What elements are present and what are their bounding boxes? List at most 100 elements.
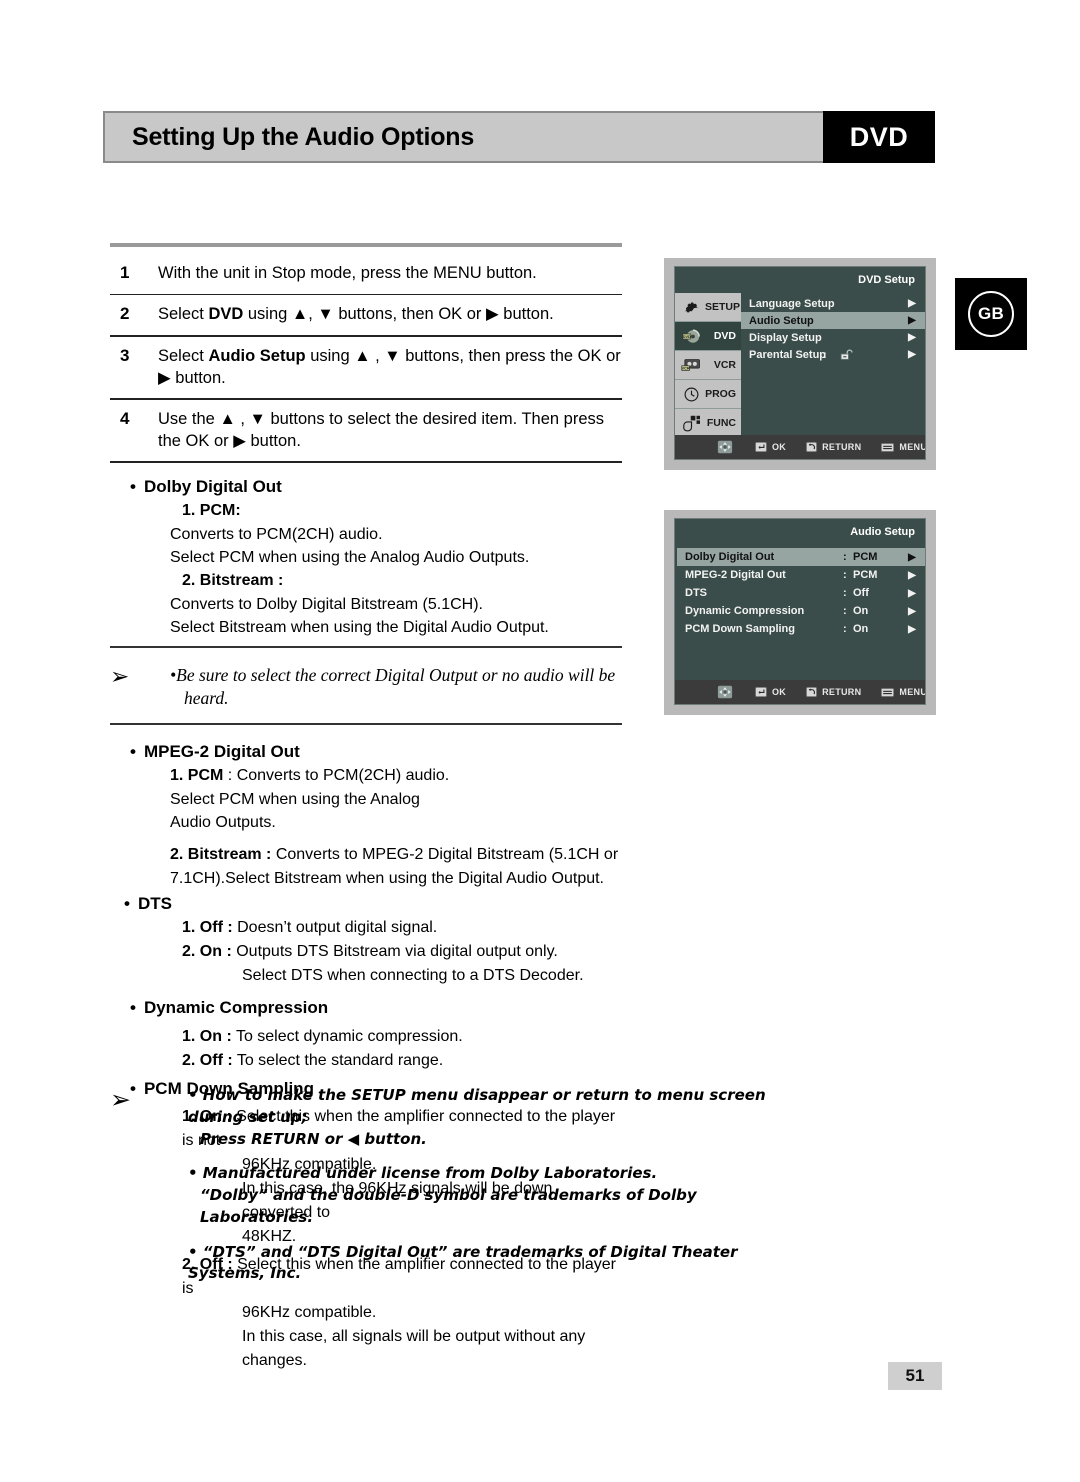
footer-label: MENU: [899, 687, 926, 697]
svg-text:DVD: DVD: [682, 334, 690, 338]
dolby-item2-line2: Select Bitstream when using the Digital …: [170, 619, 549, 637]
dts-item2-bold: 2. On :: [182, 943, 232, 961]
sidebar-item-dvd[interactable]: DVD DVD: [675, 322, 741, 351]
footer-label: RETURN: [822, 687, 862, 697]
ok-icon: [755, 687, 767, 697]
step-divider: [110, 293, 622, 296]
menu-row-colon: :: [843, 569, 847, 581]
mpeg2-item2-rest: Converts to MPEG-2 Digital Bitstream (5.…: [271, 846, 619, 864]
bottom-note-item: • How to make the SETUP menu disappear o…: [188, 1085, 810, 1150]
dolby-item2-head: 2. Bitstream :: [182, 572, 284, 590]
dts-item2-rest: Outputs DTS Bitstream via digital output…: [231, 943, 558, 961]
step-text: Use the ▲ , ▼ buttons to select the desi…: [158, 408, 622, 453]
section-dynamic-compression: • Dynamic Compression 1. On : To select d…: [110, 988, 622, 1073]
dyn-item2-bold: 2. Off :: [182, 1051, 233, 1069]
top-divider: [110, 243, 622, 247]
dts-item1-rest: Doesn’t output digital signal.: [232, 919, 438, 937]
section-heading: • Dolby Digital Out: [110, 475, 622, 499]
step-number: 3: [120, 345, 130, 365]
note-digital-output: ➢ •Be sure to select the correct Digital…: [110, 655, 622, 716]
tv-menu-list: Language Setup ▶ Audio Setup ▶ Display S…: [741, 293, 925, 438]
menu-row-dolby-digital-out[interactable]: Dolby Digital Out : PCM ▶: [677, 548, 925, 566]
sidebar-item-prog[interactable]: PROG: [675, 380, 741, 409]
note-line-2: heard.: [184, 688, 229, 709]
unlocked-padlock-icon: [833, 348, 863, 361]
menu-row-value: PCM: [853, 569, 878, 581]
footer-return[interactable]: RETURN: [806, 687, 861, 697]
menu-row-value: On: [853, 605, 869, 617]
bottom-note-line-2: “Dolby” and the double-D symbol are trad…: [200, 1186, 697, 1226]
dolby-item1-line1: Converts to PCM(2CH) audio.: [170, 525, 383, 543]
mpeg2-item2-line1: 2. Bitstream : Converts to MPEG-2 Digita…: [110, 843, 622, 867]
sidebar-item-label: VCR: [713, 359, 736, 371]
mpeg2-item1-line2: Select PCM when using the Analog: [170, 790, 420, 808]
tv-footer-bar: OK RETURN MENU: [675, 435, 925, 459]
menu-row-parental-setup[interactable]: Parental Setup : ▶: [741, 346, 925, 363]
footer-dpad: [715, 683, 735, 701]
footer-dpad: [715, 438, 735, 456]
chevron-right-icon: ▶: [908, 315, 916, 326]
tv-title: Audio Setup: [850, 526, 915, 538]
note-divider-bottom: [110, 722, 622, 725]
menu-row-language-setup[interactable]: Language Setup ▶: [741, 295, 925, 312]
mpeg2-item1-line3: Audio Outputs.: [170, 813, 276, 831]
menu-row-audio-setup[interactable]: Audio Setup ▶: [741, 312, 925, 329]
step-divider: [110, 335, 622, 337]
menu-row-mpeg2-digital-out[interactable]: MPEG-2 Digital Out : PCM ▶: [677, 566, 925, 584]
dyn-item2: 2. Off : To select the standard range.: [110, 1049, 622, 1073]
step-number: 1: [120, 263, 130, 282]
step-text-bold: DVD: [208, 305, 244, 324]
menu-row-value: On: [853, 623, 869, 635]
menu-row-value: PCM: [853, 551, 878, 563]
mpeg2-item2-num: 2: [170, 846, 179, 864]
pcm-item2-line2: 96KHz compatible.: [242, 1303, 377, 1321]
chevron-right-icon: ▶: [908, 605, 916, 617]
sidebar-item-setup[interactable]: SETUP: [675, 293, 741, 322]
sidebar-item-vcr[interactable]: VCR VCR: [675, 351, 741, 380]
tv-sidebar: SETUP DVD DVD VCR VCR PROG FUNC: [675, 293, 741, 438]
chevron-right-icon: ▶: [908, 551, 916, 563]
footer-ok[interactable]: OK: [755, 687, 786, 697]
menu-row-dts[interactable]: DTS : Off ▶: [677, 584, 925, 602]
sidebar-item-label: SETUP: [705, 301, 741, 313]
step-number: 2: [120, 304, 130, 324]
bottom-notes-body: • How to make the SETUP menu disappear o…: [188, 1085, 810, 1285]
mpeg2-item2-line2: 7.1CH).Select Bitstream when using the D…: [170, 870, 604, 888]
bottom-note-line-1: • How to make the SETUP menu disappear o…: [188, 1086, 766, 1126]
menu-row-label: Display Setup: [749, 331, 822, 344]
page-number: 51: [888, 1362, 942, 1390]
page-header: Setting Up the Audio Options DVD: [103, 111, 935, 163]
section-heading-label: Dynamic Compression: [143, 998, 329, 1018]
footer-ok[interactable]: OK: [755, 442, 786, 452]
footer-return[interactable]: RETURN: [806, 442, 861, 452]
footer-menu[interactable]: MENU: [881, 442, 925, 452]
footer-label: OK: [772, 442, 787, 452]
region-badge-code: GB: [968, 291, 1014, 337]
bottom-note-line-2: Press RETURN or ◀ button.: [200, 1129, 427, 1148]
bottom-note-item: • “DTS” and “DTS Digital Out” are tradem…: [188, 1242, 810, 1286]
menu-row-label: Dynamic Compression: [685, 605, 805, 617]
dolby-item1-head: 1. PCM:: [182, 501, 241, 519]
chevron-right-icon: ▶: [908, 349, 916, 360]
return-icon: [806, 687, 818, 697]
footer-menu[interactable]: MENU: [881, 687, 926, 697]
step-text-part: Select: [158, 346, 209, 365]
disc-icon: DVD: [679, 326, 703, 346]
sidebar-item-func[interactable]: FUNC: [675, 409, 741, 438]
step-1: 1 With the unit in Stop mode, press the …: [110, 258, 622, 290]
dyn-item1: 1. On : To select dynamic compression.: [110, 1020, 622, 1049]
gear-icon: [679, 297, 703, 317]
dpad-icon: [715, 683, 735, 701]
tv-menu-list: Dolby Digital Out : PCM ▶ MPEG-2 Digital…: [675, 545, 925, 638]
chevron-right-icon: ▶: [908, 332, 916, 343]
chevron-right-icon: ▶: [908, 298, 916, 309]
dolby-item2-line1: Converts to Dolby Digital Bitstream (5.1…: [170, 596, 483, 614]
step-divider: [110, 398, 622, 400]
menu-row-dynamic-compression[interactable]: Dynamic Compression : On ▶: [677, 602, 925, 620]
footer-label: RETURN: [822, 442, 862, 452]
bottom-note-arrow-icon: ➢: [110, 1085, 131, 1114]
menu-row-display-setup[interactable]: Display Setup ▶: [741, 329, 925, 346]
menu-row-pcm-down-sampling[interactable]: PCM Down Sampling : On ▶: [677, 620, 925, 638]
section-dolby-digital-out: • Dolby Digital Out 1. PCM: Converts to P…: [110, 467, 622, 640]
menu-row-label: PCM Down Sampling: [685, 623, 795, 635]
